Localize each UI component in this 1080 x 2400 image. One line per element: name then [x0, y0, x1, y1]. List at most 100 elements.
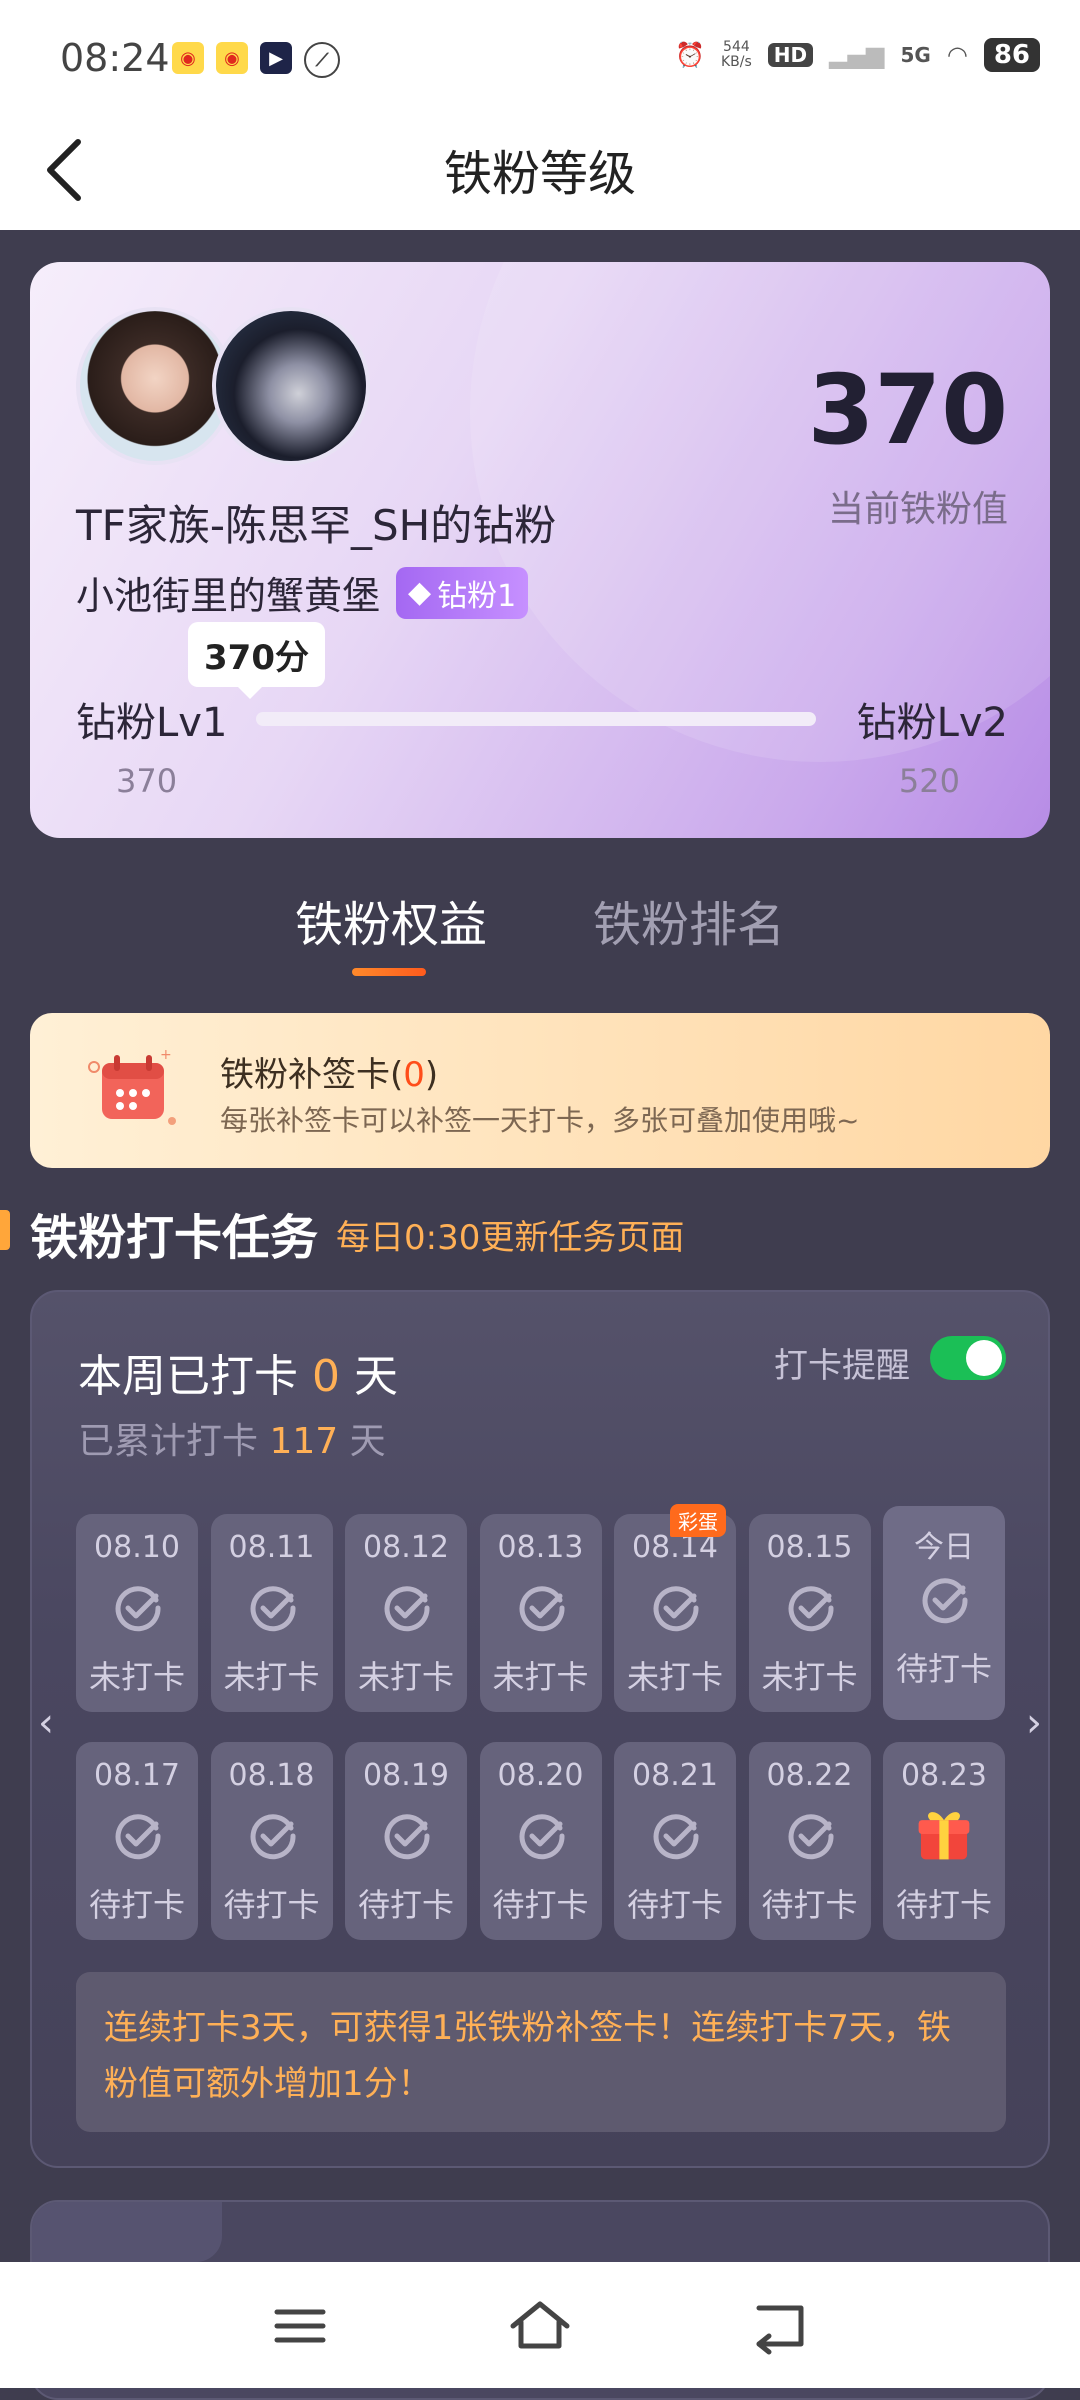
checkin-day-r2-1[interactable]: 08.18 待打卡	[210, 1742, 333, 1940]
checkin-day-status: 未打卡	[88, 1658, 185, 1696]
checkin-day-date: 08.12	[363, 1530, 449, 1565]
fan-score: 370	[807, 354, 1008, 466]
idol-avatar	[212, 307, 370, 465]
checkin-day-date: 08.11	[228, 1530, 315, 1565]
check-circle-icon	[247, 1582, 299, 1634]
system-nav-bar	[0, 2262, 1080, 2388]
checkin-day-status: 未打卡	[626, 1658, 723, 1696]
checkin-day-date: 08.18	[228, 1758, 315, 1793]
weibo-icon: ◉	[216, 42, 248, 74]
current-level: 钻粉Lv1	[76, 700, 228, 746]
checkin-day-status: 待打卡	[895, 1650, 992, 1688]
checkin-day-r1-5[interactable]: 08.15 未打卡	[748, 1514, 871, 1712]
checkin-day-r1-3[interactable]: 08.13 未打卡	[479, 1514, 602, 1712]
current-level-value: 370	[116, 762, 178, 800]
makeup-card-desc: 每张补签卡可以补签一天打卡，多张可叠加使用哦~	[220, 1104, 860, 1137]
checkin-day-date: 08.23	[901, 1758, 987, 1793]
next-level: 钻粉Lv2	[856, 700, 1008, 746]
status-right: ⏰ 544 KB/s HD ▂▄▆ 5G ◠ 86	[675, 38, 1040, 72]
reminder-toggle[interactable]	[930, 1336, 1006, 1380]
checkin-day-status: 待打卡	[357, 1886, 454, 1924]
next-level-value: 520	[898, 762, 960, 800]
checkin-day-status: 未打卡	[357, 1658, 454, 1696]
checkin-day-r2-2[interactable]: 08.19 待打卡	[345, 1742, 467, 1940]
next-section-tab	[32, 2202, 222, 2262]
checkin-day-date: 08.19	[363, 1758, 449, 1793]
checkin-day-status: 待打卡	[626, 1886, 723, 1924]
fan-group-name: TF家族-陈思罕_SH的钻粉	[76, 501, 557, 550]
gift-icon	[914, 1804, 970, 1860]
checkin-day-date: 08.17	[94, 1758, 180, 1793]
calendar-icon: +	[88, 1049, 176, 1125]
checkin-day-r1-6[interactable]: 今日 待打卡	[883, 1506, 1005, 1720]
checkin-day-r1-4[interactable]: 08.14 未打卡 彩蛋	[614, 1504, 736, 1712]
active-tab-indicator	[352, 968, 426, 976]
checkin-day-r1-2[interactable]: 08.12 未打卡	[345, 1514, 467, 1712]
check-circle-icon	[650, 1582, 702, 1634]
checkin-day-status: 待打卡	[761, 1886, 858, 1924]
fan-avatar	[76, 307, 234, 465]
signal-icon: ▂▄▆	[829, 41, 885, 69]
level-badge: ◆ 钻粉1	[396, 566, 529, 619]
checkin-day-r2-3[interactable]: 08.20 待打卡	[479, 1742, 602, 1940]
wifi-icon: ◠	[946, 41, 968, 69]
check-circle-icon	[381, 1582, 433, 1634]
checkin-day-status: 未打卡	[223, 1658, 320, 1696]
home-icon[interactable]	[505, 2296, 575, 2356]
checkin-day-r1-0[interactable]: 08.10 未打卡	[76, 1514, 198, 1712]
check-circle-icon	[919, 1574, 971, 1626]
checkin-rules-note: 连续打卡3天，可获得1张铁粉补签卡！连续打卡7天，铁粉值可额外增加1分！	[76, 1972, 1006, 2132]
checkin-day-status: 待打卡	[492, 1886, 589, 1924]
checkin-day-status: 未打卡	[492, 1658, 589, 1696]
nickname-row: 小池街里的蟹黄堡 ◆ 钻粉1	[76, 565, 529, 620]
reminder-label: 打卡提醒	[774, 1346, 910, 1386]
check-circle-icon	[785, 1810, 837, 1862]
checkin-day-date: 08.22	[766, 1758, 853, 1793]
level-progress-bar	[256, 712, 816, 726]
tab-fan-benefits[interactable]: 铁粉权益	[295, 885, 487, 955]
checkin-day-r2-5[interactable]: 08.22 待打卡	[748, 1742, 871, 1940]
check-circle-icon	[785, 1582, 837, 1634]
level-badge-label: 钻粉1	[437, 578, 517, 614]
checkin-day-status: 待打卡	[223, 1886, 320, 1924]
battery-level: 86	[983, 38, 1040, 72]
checkin-day-status: 未打卡	[761, 1658, 858, 1696]
checkin-day-date: 今日	[914, 1530, 974, 1565]
toggle-knob	[966, 1340, 1002, 1376]
check-circle-icon	[516, 1810, 568, 1862]
checkin-day-r2-0[interactable]: 08.17 待打卡	[76, 1742, 198, 1940]
link-app-icon: ⟋	[304, 42, 340, 78]
section-accent-bar	[0, 1210, 10, 1250]
page-title: 铁粉等级	[443, 146, 636, 202]
section-title: 铁粉打卡任务	[30, 1210, 319, 1266]
nickname: 小池街里的蟹黄堡	[76, 574, 381, 618]
menu-icon[interactable]	[265, 2296, 335, 2356]
score-tooltip: 370分	[188, 622, 325, 699]
network-type: 5G	[900, 43, 931, 67]
checkin-day-date: 08.20	[497, 1758, 584, 1793]
makeup-card-banner[interactable]: + 铁粉补签卡(0) 每张补签卡可以补签一天打卡，多张可叠加使用哦~	[30, 1013, 1050, 1168]
video-app-icon: ▶	[260, 42, 292, 74]
weibo-icon: ◉	[172, 42, 204, 74]
checkin-day-r1-1[interactable]: 08.11 未打卡	[210, 1514, 333, 1712]
makeup-card-title: 铁粉补签卡(0)	[220, 1055, 439, 1095]
hd-icon: HD	[767, 43, 814, 67]
check-circle-icon	[112, 1810, 164, 1862]
total-checkin-count: 已累计打卡 117 天	[78, 1421, 386, 1462]
status-time: 08:24	[60, 36, 170, 80]
checkin-row-1: 08.10 未打卡 08.11 未打卡 08.12 未打卡 08.13 未打卡 08.14 未打卡…	[32, 1504, 1048, 1720]
tab-fan-ranking[interactable]: 铁粉排名	[593, 885, 785, 955]
check-circle-icon	[247, 1810, 299, 1862]
check-circle-icon	[516, 1582, 568, 1634]
checkin-day-status: 待打卡	[88, 1886, 185, 1924]
checkin-day-date: 08.21	[632, 1758, 718, 1793]
week-checkin-count: 本周已打卡 0 天	[78, 1351, 398, 1402]
back-nav-icon[interactable]	[745, 2296, 815, 2356]
checkin-day-r2-4[interactable]: 08.21 待打卡	[614, 1742, 736, 1940]
checkin-day-r2-6[interactable]: 08.23 待打卡	[883, 1742, 1005, 1940]
status-bar: 08:24 ◉ ◉ ▶ ⟋ ⏰ 544 KB/s HD ▂▄▆ 5G ◠ 86	[0, 0, 1080, 110]
checkin-day-date: 08.15	[766, 1530, 853, 1565]
checkin-row-2: 08.17 待打卡 08.18 待打卡 08.19 待打卡 08.20 待打卡 08.21 待打卡…	[32, 1742, 1048, 1942]
checkin-day-date: 08.13	[497, 1530, 584, 1565]
header: 铁粉等级	[0, 110, 1080, 230]
